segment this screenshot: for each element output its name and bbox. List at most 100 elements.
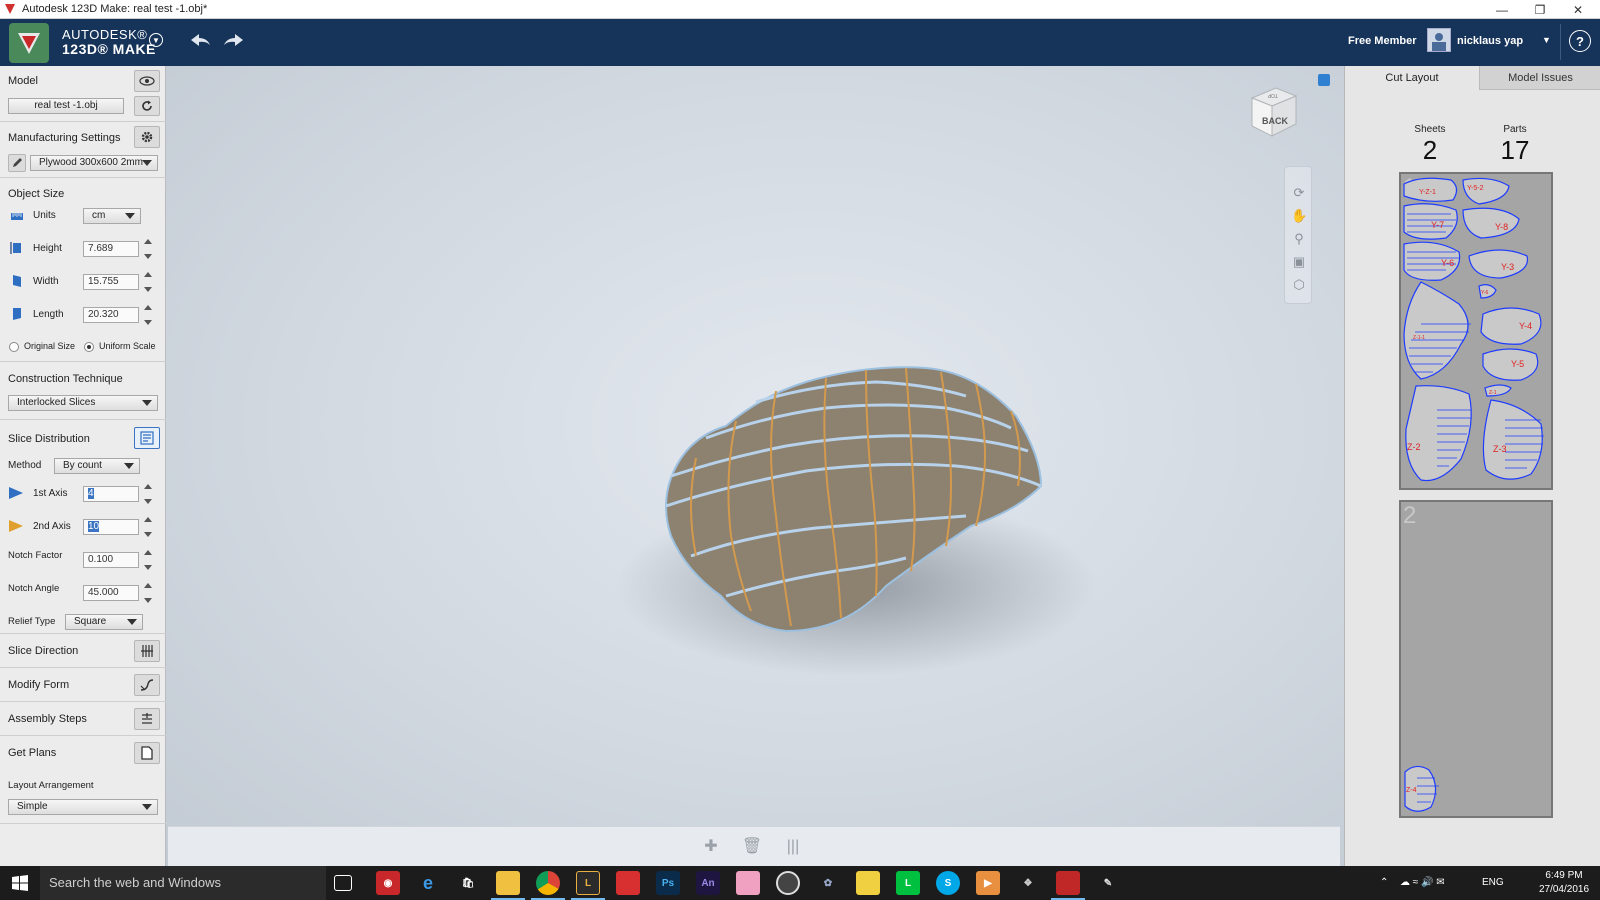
height-stepper[interactable] <box>143 239 153 259</box>
fit-view-icon[interactable]: ▣ <box>1291 254 1307 270</box>
length-field[interactable]: 20.320 <box>83 307 139 323</box>
undo-icon[interactable] <box>187 29 213 51</box>
media-player-icon[interactable]: ▶ <box>976 871 1000 895</box>
folder-icon[interactable] <box>856 871 880 895</box>
modify-form-section[interactable]: Modify Form <box>0 668 166 702</box>
file-explorer-icon[interactable] <box>496 871 520 895</box>
edge-browser-icon[interactable]: e <box>416 871 440 895</box>
modify-form-icon[interactable] <box>134 674 160 696</box>
notch-angle-stepper[interactable] <box>143 583 153 603</box>
avatar[interactable] <box>1427 28 1451 52</box>
task-view-icon[interactable] <box>334 875 352 891</box>
orbit-icon[interactable]: ⟳ <box>1291 185 1307 201</box>
notch-angle-field[interactable]: 45.000 <box>83 585 139 601</box>
123d-make-taskbar-icon[interactable] <box>1056 871 1080 895</box>
sheet-1[interactable]: 1 Y-Z-1 Y-5-2 Y-7 Y-8 <box>1399 172 1553 490</box>
close-button[interactable]: ✕ <box>1560 0 1596 19</box>
axis1-label: 1st Axis <box>33 488 68 499</box>
help-button[interactable]: ? <box>1569 30 1591 52</box>
model-file-button[interactable]: real test -1.obj <box>8 98 124 114</box>
settings-gear-icon[interactable] <box>134 126 160 148</box>
language-indicator[interactable]: ENG <box>1482 866 1504 900</box>
notch-factor-stepper[interactable] <box>143 550 153 570</box>
assembly-steps-title: Assembly Steps <box>8 713 87 725</box>
part-label: Y-5 <box>1511 359 1524 369</box>
taskbar-app-icon[interactable] <box>736 871 760 895</box>
refresh-icon[interactable] <box>134 96 160 116</box>
units-dropdown[interactable]: cm <box>83 208 141 224</box>
width-icon <box>13 275 21 287</box>
chrome-icon[interactable] <box>536 871 560 895</box>
assembly-steps-section[interactable]: Assembly Steps <box>0 702 166 736</box>
app-logo-icon <box>5 4 15 14</box>
axis2-stepper[interactable] <box>143 517 153 537</box>
part-label: Y-4 <box>1519 321 1532 331</box>
tab-cut-layout[interactable]: Cut Layout <box>1345 66 1479 90</box>
zoom-icon[interactable]: ⚲ <box>1291 231 1307 247</box>
user-menu-chevron-icon[interactable]: ▼ <box>1542 35 1551 45</box>
expand-panel-icon[interactable] <box>1318 74 1330 86</box>
minimize-button[interactable]: — <box>1484 0 1520 19</box>
relief-type-dropdown[interactable]: Square <box>65 614 143 630</box>
chevron-down-icon <box>127 619 137 625</box>
header-divider <box>1560 24 1561 60</box>
sheet-2[interactable]: 2 Z-4 <box>1399 500 1553 818</box>
photoshop-icon[interactable]: Ps <box>656 871 680 895</box>
delete-trash-icon[interactable]: 🗑 <box>741 837 763 857</box>
width-field[interactable]: 15.755 <box>83 274 139 290</box>
uniform-scale-radio[interactable] <box>84 342 94 352</box>
restore-button[interactable]: ❐ <box>1522 0 1558 19</box>
method-dropdown[interactable]: By count <box>54 458 140 474</box>
axis2-field[interactable]: 10 <box>83 519 139 535</box>
add-slice-icon[interactable]: ✚ <box>700 837 722 857</box>
viewcube[interactable]: BACK TOP <box>1246 84 1302 140</box>
taskbar-app-icon[interactable]: ❖ <box>1016 871 1040 895</box>
pan-hand-icon[interactable]: ✋ <box>1291 208 1307 224</box>
length-stepper[interactable] <box>143 305 153 325</box>
taskbar-search-input[interactable]: Search the web and Windows <box>40 866 326 900</box>
username[interactable]: nicklaus yap <box>1457 35 1523 47</box>
construction-dropdown[interactable]: Interlocked Slices <box>8 395 158 411</box>
line-app-icon[interactable]: L <box>896 871 920 895</box>
slice-direction-section[interactable]: Slice Direction <box>0 634 166 668</box>
visibility-eye-icon[interactable] <box>134 70 160 92</box>
animate-icon[interactable]: An <box>696 871 720 895</box>
axis1-stepper[interactable] <box>143 484 153 504</box>
tray-chevron-icon[interactable]: ⌃ <box>1380 866 1388 900</box>
clock[interactable]: 6:49 PM 27/04/2016 <box>1534 869 1594 897</box>
autodesk-app-icon[interactable] <box>616 871 640 895</box>
taskbar-app-icon[interactable]: ✿ <box>816 871 840 895</box>
home-view-icon[interactable]: ⬡ <box>1291 277 1307 293</box>
store-icon[interactable]: 🛍 <box>456 871 480 895</box>
start-button[interactable] <box>0 866 40 900</box>
skype-icon[interactable]: S <box>936 871 960 895</box>
original-size-radio[interactable] <box>9 342 19 352</box>
membership-label[interactable]: Free Member <box>1348 35 1416 47</box>
lightroom-icon[interactable]: L <box>576 871 600 895</box>
3d-viewport[interactable] <box>166 66 1344 866</box>
app-menu-chevron-icon[interactable]: ▼ <box>149 33 163 47</box>
get-plans-document-icon[interactable] <box>134 742 160 764</box>
app-header: AUTODESK® 123D® MAKE ▼ Free Member nickl… <box>0 19 1600 66</box>
left-panel: Model real test -1.obj Manufacturing Set… <box>0 66 166 866</box>
taskbar-app-icon[interactable]: ✎ <box>1096 871 1120 895</box>
width-stepper[interactable] <box>143 272 153 292</box>
slice-direction-icon[interactable] <box>134 640 160 662</box>
app-logo[interactable] <box>9 23 49 63</box>
slices-icon[interactable]: ||| <box>782 837 804 857</box>
taskbar-app-icon[interactable]: ◉ <box>376 871 400 895</box>
slice-distribution-list-icon[interactable] <box>134 427 160 449</box>
assembly-steps-icon[interactable] <box>134 708 160 730</box>
edit-pencil-icon[interactable] <box>8 154 26 172</box>
tray-icons[interactable]: ☁ ≈ 🔊 ✉ <box>1400 866 1445 900</box>
tab-model-issues[interactable]: Model Issues <box>1479 66 1600 90</box>
sliced-model-render[interactable] <box>166 66 1344 826</box>
sheets-count: 2 <box>1422 135 1438 165</box>
taskbar-app-icon[interactable] <box>776 871 800 895</box>
material-dropdown[interactable]: Plywood 300x600 2mm <box>30 155 158 171</box>
redo-icon[interactable] <box>221 29 247 51</box>
height-field[interactable]: 7.689 <box>83 241 139 257</box>
notch-factor-field[interactable]: 0.100 <box>83 552 139 568</box>
axis1-field[interactable]: 4 <box>83 486 139 502</box>
layout-arrangement-dropdown[interactable]: Simple <box>8 799 158 815</box>
